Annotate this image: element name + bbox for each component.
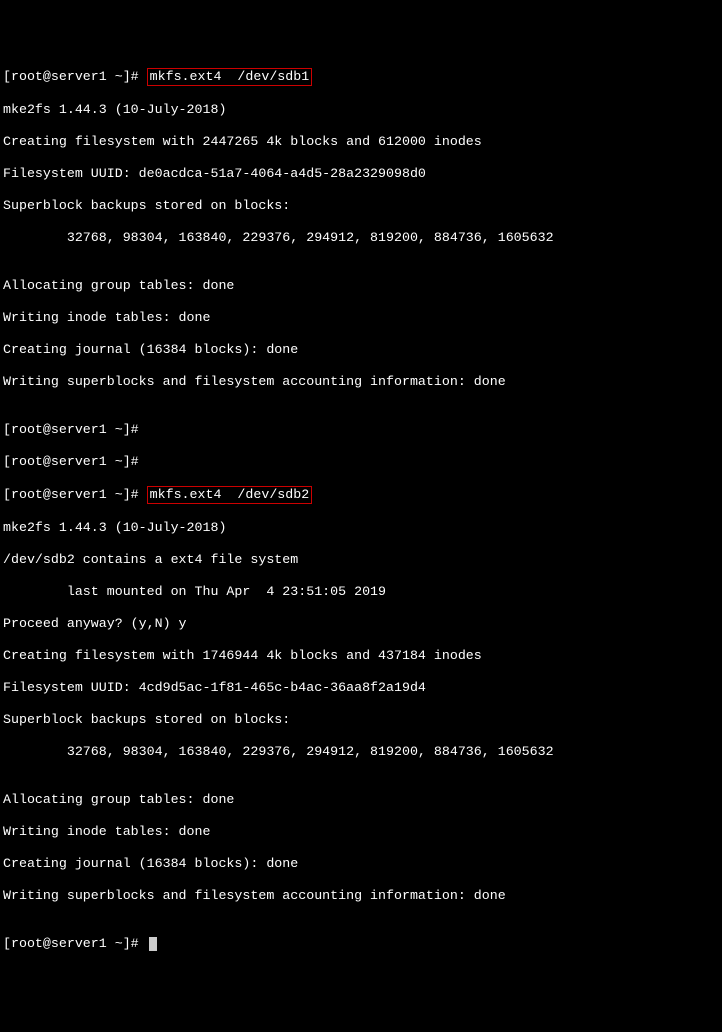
output-line: Writing inode tables: done: [3, 310, 719, 326]
prompt: [root@server1 ~]#: [3, 936, 147, 951]
cmd-line-2: [root@server1 ~]# mkfs.ext4 /dev/sdb2: [3, 486, 719, 504]
output-line: Writing inode tables: done: [3, 824, 719, 840]
output-line: Superblock backups stored on blocks:: [3, 712, 719, 728]
highlighted-cmd-1: mkfs.ext4 /dev/sdb1: [147, 68, 313, 86]
output-line: Filesystem UUID: de0acdca-51a7-4064-a4d5…: [3, 166, 719, 182]
prompt: [root@server1 ~]#: [3, 69, 147, 84]
output-line: Allocating group tables: done: [3, 278, 719, 294]
output-line: Creating filesystem with 1746944 4k bloc…: [3, 648, 719, 664]
output-line: 32768, 98304, 163840, 229376, 294912, 81…: [3, 744, 719, 760]
output-line: Proceed anyway? (y,N) y: [3, 616, 719, 632]
output-line: Creating filesystem with 2447265 4k bloc…: [3, 134, 719, 150]
cmd-line-1: [root@server1 ~]# mkfs.ext4 /dev/sdb1: [3, 68, 719, 86]
output-line: Superblock backups stored on blocks:: [3, 198, 719, 214]
output-line: Creating journal (16384 blocks): done: [3, 856, 719, 872]
output-line: Writing superblocks and filesystem accou…: [3, 374, 719, 390]
output-line: 32768, 98304, 163840, 229376, 294912, 81…: [3, 230, 719, 246]
prompt-line: [root@server1 ~]#: [3, 422, 719, 438]
output-line: Writing superblocks and filesystem accou…: [3, 888, 719, 904]
output-line: last mounted on Thu Apr 4 23:51:05 2019: [3, 584, 719, 600]
prompt: [root@server1 ~]#: [3, 487, 147, 502]
prompt-line: [root@server1 ~]#: [3, 454, 719, 470]
cursor-icon: [149, 937, 157, 951]
output-line: mke2fs 1.44.3 (10-July-2018): [3, 102, 719, 118]
highlighted-cmd-2: mkfs.ext4 /dev/sdb2: [147, 486, 313, 504]
output-line: Allocating group tables: done: [3, 792, 719, 808]
output-line: Filesystem UUID: 4cd9d5ac-1f81-465c-b4ac…: [3, 680, 719, 696]
output-line: /dev/sdb2 contains a ext4 file system: [3, 552, 719, 568]
output-line: mke2fs 1.44.3 (10-July-2018): [3, 520, 719, 536]
active-prompt-line[interactable]: [root@server1 ~]#: [3, 936, 719, 952]
output-line: Creating journal (16384 blocks): done: [3, 342, 719, 358]
